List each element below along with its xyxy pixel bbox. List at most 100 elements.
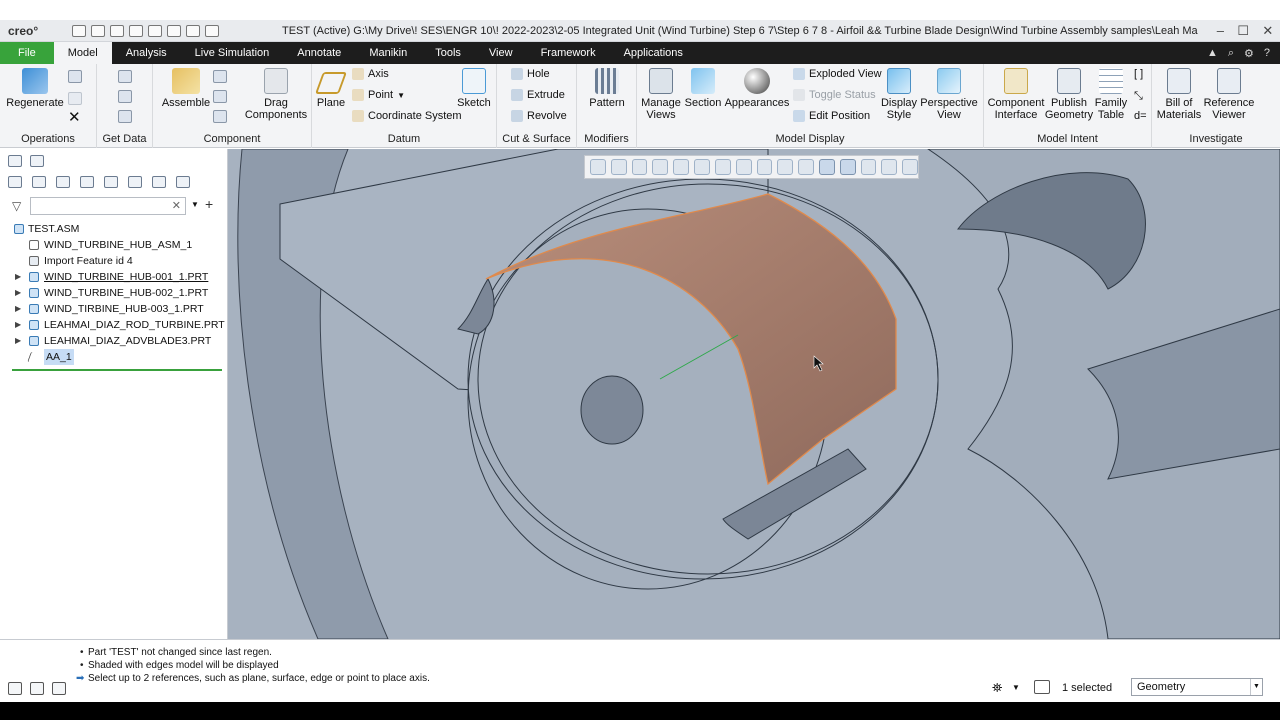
tab-analysis[interactable]: Analysis bbox=[112, 42, 181, 64]
selection-filter-dropdown[interactable]: Geometry ▼ bbox=[1131, 678, 1263, 696]
get-data-label[interactable]: Get Data bbox=[97, 133, 152, 145]
redo-icon[interactable] bbox=[148, 24, 162, 37]
copy-icon[interactable] bbox=[68, 70, 82, 83]
switch-dimensions-icon[interactable]: ⤡ bbox=[1134, 90, 1143, 103]
windows-icon[interactable] bbox=[186, 24, 200, 37]
bill-of-materials-button[interactable]: Bill of Materials bbox=[1154, 68, 1204, 121]
expand-arrow-icon[interactable]: ▶ bbox=[15, 333, 21, 349]
maximize-button[interactable]: ☐ bbox=[1237, 23, 1249, 39]
find-chevron-icon[interactable]: ▼ bbox=[1012, 683, 1020, 692]
tab-tools[interactable]: Tools bbox=[421, 42, 475, 64]
repeat-icon[interactable] bbox=[213, 90, 227, 103]
tree-item[interactable]: WIND_TURBINE_HUB_ASM_1 bbox=[10, 237, 222, 253]
create-component-icon[interactable] bbox=[213, 70, 227, 83]
expand-arrow-icon[interactable]: ▶ bbox=[15, 301, 21, 317]
tree-item[interactable]: ▶ LEAHMAI_DIAZ_ADVBLADE3.PRT bbox=[10, 333, 222, 349]
search-icon[interactable]: ⌕ bbox=[1228, 47, 1234, 60]
tree-item[interactable]: Import Feature id 4 bbox=[10, 253, 222, 269]
tab-manikin[interactable]: Manikin bbox=[355, 42, 421, 64]
expand-arrow-icon[interactable]: ▶ bbox=[15, 285, 21, 301]
insert-here-indicator[interactable] bbox=[12, 369, 222, 371]
tab-view[interactable]: View bbox=[475, 42, 527, 64]
tree-item[interactable]: ▶ LEAHMAI_DIAZ_ROD_TURBINE.PRT bbox=[10, 317, 225, 333]
tree-item[interactable]: ▶ WIND_TURBINE_HUB-002_1.PRT bbox=[10, 285, 222, 301]
model-tree-tab-icon[interactable] bbox=[8, 155, 22, 167]
toggle-status-button[interactable]: Toggle Status bbox=[793, 89, 876, 101]
coordinate-system-button[interactable]: Coordinate System bbox=[352, 110, 462, 122]
edit-position-button[interactable]: Edit Position bbox=[793, 110, 870, 122]
save-icon[interactable] bbox=[110, 24, 124, 37]
paste-icon[interactable] bbox=[68, 92, 82, 105]
expand-panel-icon[interactable] bbox=[152, 176, 166, 188]
refit-icon[interactable] bbox=[590, 159, 606, 175]
perspective-view-button[interactable]: Perspective View bbox=[919, 68, 979, 121]
tab-annotate[interactable]: Annotate bbox=[283, 42, 355, 64]
saved-orientations-icon[interactable] bbox=[714, 159, 731, 175]
selection-count[interactable]: 1 selected bbox=[1062, 682, 1112, 694]
display-style-icon[interactable] bbox=[694, 159, 710, 175]
zoom-in-icon[interactable] bbox=[610, 159, 627, 175]
datum-label[interactable]: Datum bbox=[312, 133, 496, 145]
tree-search-input[interactable]: ✕ bbox=[30, 197, 186, 215]
cut-surface-label[interactable]: Cut & Surface bbox=[497, 133, 576, 145]
model-intent-label[interactable]: Model Intent bbox=[984, 133, 1151, 145]
close-window-icon[interactable] bbox=[205, 24, 219, 37]
hole-button[interactable]: Hole bbox=[511, 68, 550, 80]
tab-model[interactable]: Model bbox=[53, 42, 112, 64]
spin-toggle-icon[interactable] bbox=[818, 159, 835, 175]
new-icon[interactable] bbox=[72, 24, 86, 37]
more-icon[interactable] bbox=[902, 159, 918, 175]
warning-icon[interactable] bbox=[860, 159, 877, 175]
operations-label[interactable]: Operations bbox=[0, 133, 96, 145]
full-screen-icon[interactable] bbox=[52, 682, 66, 695]
pause-icon[interactable] bbox=[881, 159, 898, 175]
relations-icon[interactable]: d= bbox=[1134, 110, 1147, 122]
minimize-button[interactable]: – bbox=[1217, 23, 1224, 39]
display-style-button[interactable]: Display Style bbox=[879, 68, 919, 121]
tree-item[interactable]: AA_1 bbox=[10, 349, 222, 365]
appearances-button[interactable]: Appearances bbox=[723, 68, 791, 109]
tree-root[interactable]: TEST.ASM bbox=[10, 221, 222, 237]
component-label[interactable]: Component bbox=[153, 133, 311, 145]
regenerate-button[interactable]: Regenerate bbox=[6, 68, 64, 109]
tree-filters-icon[interactable] bbox=[80, 176, 94, 188]
delete-icon[interactable]: ✕ bbox=[68, 108, 81, 126]
model-display-label[interactable]: Model Display bbox=[637, 133, 983, 145]
settings-icon[interactable]: ⚙ bbox=[1244, 47, 1254, 60]
tab-live-simulation[interactable]: Live Simulation bbox=[181, 42, 284, 64]
repaint-icon[interactable] bbox=[652, 159, 669, 175]
collapse-ribbon-icon[interactable]: ▲ bbox=[1207, 47, 1218, 60]
tree-item[interactable]: ▶ WIND_TIRBINE_HUB-003_1.PRT bbox=[10, 301, 222, 317]
toggle-navigator-icon[interactable] bbox=[8, 682, 22, 695]
axis-button[interactable]: Axis bbox=[352, 68, 389, 80]
sketch-button[interactable]: Sketch bbox=[454, 68, 494, 109]
manage-views-button[interactable]: Manage Views bbox=[639, 68, 683, 121]
expand-arrow-icon[interactable]: ▶ bbox=[15, 317, 21, 333]
tree-settings-icon[interactable] bbox=[104, 176, 118, 188]
tab-applications[interactable]: Applications bbox=[610, 42, 697, 64]
plane-button[interactable]: Plane bbox=[314, 68, 348, 109]
selection-list-icon[interactable] bbox=[1034, 680, 1050, 694]
tree-model-icon[interactable] bbox=[8, 176, 22, 188]
extrude-button[interactable]: Extrude bbox=[511, 89, 565, 101]
exploded-view-button[interactable]: Exploded View bbox=[793, 68, 882, 80]
family-table-button[interactable]: Family Table bbox=[1092, 68, 1130, 121]
tab-file[interactable]: File bbox=[0, 42, 54, 64]
spin-center-icon[interactable] bbox=[673, 159, 690, 175]
assemble-button[interactable]: Assemble bbox=[157, 68, 215, 109]
shrinkwrap-icon[interactable] bbox=[118, 110, 132, 123]
tree-item[interactable]: ▶ WIND_TURBINE_HUB-001_1.PRT bbox=[10, 269, 222, 285]
tab-framework[interactable]: Framework bbox=[527, 42, 610, 64]
zoom-out-icon[interactable] bbox=[631, 159, 648, 175]
graphics-viewport[interactable] bbox=[228, 149, 1280, 639]
toggle-browser-icon[interactable] bbox=[30, 682, 44, 695]
investigate-label[interactable]: Investigate bbox=[1152, 133, 1280, 145]
publish-geometry-button[interactable]: Publish Geometry bbox=[1044, 68, 1094, 121]
tree-list-icon[interactable] bbox=[32, 176, 46, 188]
expand-arrow-icon[interactable]: ▶ bbox=[15, 269, 21, 285]
mirror-component-icon[interactable] bbox=[213, 110, 227, 123]
revolve-button[interactable]: Revolve bbox=[511, 110, 567, 122]
annotation-display-icon[interactable] bbox=[798, 159, 814, 175]
user-defined-feature-icon[interactable] bbox=[118, 70, 132, 83]
detach-icon[interactable] bbox=[176, 176, 190, 188]
